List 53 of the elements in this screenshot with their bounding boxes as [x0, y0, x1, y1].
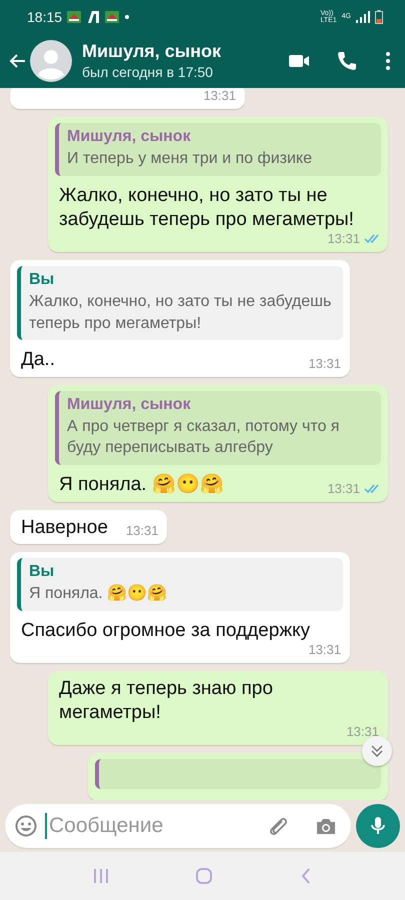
message-time: 13:31 [327, 480, 360, 496]
message-time: 13:31 [308, 642, 341, 657]
emoji-icon[interactable] [15, 814, 37, 836]
back-arrow-icon[interactable] [8, 52, 26, 70]
quoted-message[interactable]: Мишуля, сынок И теперь у меня три и по физике [55, 123, 381, 176]
dot-icon [124, 14, 130, 20]
quoted-message[interactable]: Вы Я поняла. 🤗😶🤗 [17, 558, 343, 611]
message-time: 13:31 [327, 230, 360, 246]
menu-icon[interactable] [385, 50, 391, 70]
quote-text: И теперь у меня три и по физике [67, 149, 313, 169]
message-bubble[interactable]: Даже я теперь знаю про мегаметры! 13:31 [48, 670, 388, 746]
microphone-icon [370, 816, 386, 834]
quote-author: Вы [29, 563, 56, 582]
message-bubble[interactable]: Вы Жалко, конечно, но зато ты не забудешь теперь про мегаметры! Да.. 13:31 [10, 260, 350, 377]
avatar-icon[interactable] [30, 40, 72, 82]
message-bubble[interactable]: Наверное 13:31 [10, 510, 168, 544]
message-time: 13:31 [203, 88, 236, 103]
message-bubble[interactable]: Мишуля, сынок А про четверг я сказал, потому что я буду переписывать алгебру Я поняла. 🤗😶🤗 13:31 [48, 384, 388, 502]
recent-apps-icon[interactable] [94, 869, 108, 883]
signal-icon [356, 10, 370, 22]
message-text: Я поняла. 🤗😶🤗 [58, 473, 225, 498]
app-notification-icon [86, 10, 100, 22]
microphone-button[interactable] [356, 804, 400, 848]
back-icon[interactable] [300, 868, 311, 884]
message-time: 13:31 [308, 356, 341, 371]
message-bubble[interactable]: Мишуля, сынок И теперь у меня три и по физике Жалко, конечно, но зато ты не забудешь теперь про мегаметры! 13:31 [48, 117, 388, 252]
app-notification-icon [67, 10, 82, 22]
quoted-message[interactable]: Мишуля, сынок А про четверг я сказал, потому что я буду переписывать алгебру [55, 390, 381, 466]
message-text: Даже я теперь знаю про мегаметры! [58, 676, 274, 726]
quote-author: Мишуля, сынок [67, 128, 192, 146]
message-text: Жалко, конечно, но зато ты не забудешь теперь про мегаметры! [58, 184, 355, 232]
message-text: Спасибо огромное за поддержку [20, 619, 312, 643]
message-time: 13:31 [346, 724, 379, 740]
message-field[interactable]: Сообщение [5, 804, 351, 848]
quote-author: Вы [29, 270, 56, 289]
quoted-message[interactable]: Вы Жалко, конечно, но зато ты не забудешь теперь про мегаметры! [17, 266, 343, 340]
phone-call-icon[interactable] [337, 50, 357, 70]
contact-name[interactable]: Мишуля, сынок [82, 41, 222, 62]
quote-text: Я поняла. 🤗😶🤗 [29, 583, 168, 604]
clock: 18:15 [27, 8, 62, 24]
double-chevron-icon [371, 745, 383, 757]
video-call-icon[interactable] [289, 52, 309, 68]
last-seen-status: был сегодня в 17:50 [82, 64, 214, 80]
message-time: 13:31 [126, 523, 158, 538]
quote-author: Мишуля, сынок [67, 396, 192, 414]
home-icon[interactable] [196, 868, 212, 884]
quote-text: Жалко, конечно, но зато ты не забудешь теперь про мегаметры! [29, 292, 332, 334]
message-bubble[interactable]: Вы Я поняла. 🤗😶🤗 Спасибо огромное за поддержку 13:31 [10, 552, 350, 663]
battery-icon [375, 10, 383, 24]
quote-text: А про четверг я сказал, потому что я буду переписывать алгебру [67, 416, 340, 458]
app-notification-icon [105, 10, 120, 22]
message-text: Да.. [20, 348, 56, 372]
message-text: Наверное [20, 516, 109, 540]
